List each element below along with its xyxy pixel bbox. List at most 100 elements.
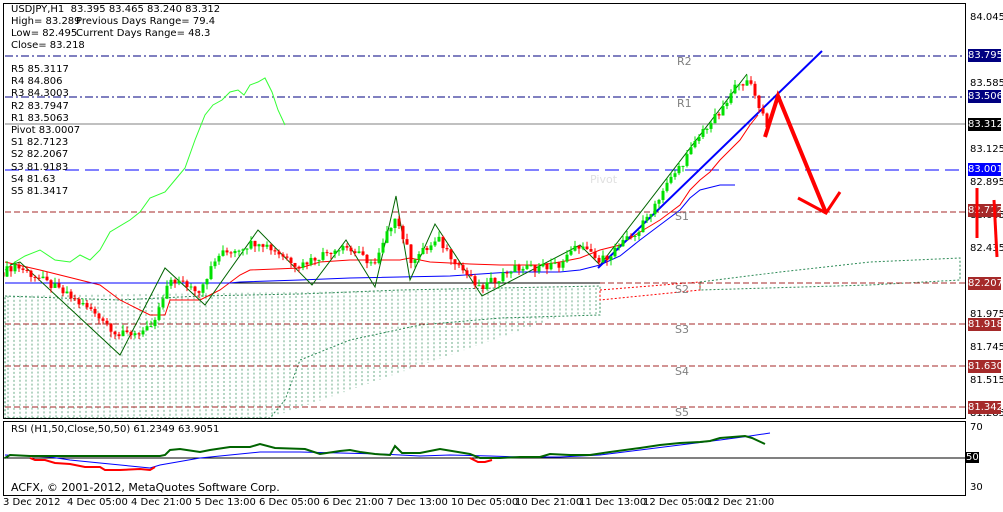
candle-body [697, 136, 701, 142]
price-level-tag: 83.506 [968, 90, 1003, 104]
rsi-line [4, 434, 766, 459]
time-axis-label: 7 Dec 13:00 [387, 497, 448, 508]
candle-body [29, 270, 33, 277]
candle-body [529, 265, 533, 267]
candle-body [509, 271, 513, 274]
candle-body [381, 242, 385, 253]
pivot-value: S4 81.63 [11, 173, 56, 185]
candle-body [653, 203, 657, 215]
symbol-quote: USDJPY,H1 83.395 83.465 83.240 83.312 [11, 4, 221, 15]
candle-body [577, 245, 581, 249]
candle-body [493, 277, 497, 283]
day-close: Close= 83.218 [11, 40, 85, 51]
candle-body [341, 246, 345, 251]
candle-body [525, 265, 529, 269]
candle-body [409, 244, 413, 263]
candle-body [669, 176, 673, 183]
time-axis-label: 6 Dec 05:00 [259, 497, 320, 508]
candle-body [61, 287, 65, 294]
pivot-value: R4 84.806 [11, 76, 63, 88]
candle-body [81, 303, 85, 305]
candle-body [305, 262, 309, 265]
candle-body [45, 276, 49, 281]
candle-body [105, 320, 109, 324]
candle-body [453, 259, 457, 265]
price-chart-canvas [4, 50, 965, 418]
pivot-value: Pivot 83.0007 [11, 125, 81, 136]
price-level-tag: 83.312 [968, 118, 1003, 132]
candle-body [601, 255, 605, 263]
candle-body [685, 154, 689, 166]
time-axis-label: 3 Dec 2012 [3, 497, 61, 508]
candle-body [445, 248, 449, 250]
candle-body [249, 240, 253, 249]
candle-body [113, 331, 117, 335]
candle-body [513, 265, 517, 272]
candle-body [565, 254, 569, 262]
candle-body [181, 280, 185, 282]
day-low: Low= 82.495 [11, 28, 78, 39]
candle-body [357, 251, 361, 254]
price-level-tag: 83.001 [968, 162, 1003, 176]
candle-body [393, 218, 397, 228]
price-axis-label: 81.745 [970, 342, 1003, 354]
candle-body [4, 272, 5, 277]
candle-body [109, 323, 113, 332]
candle-body [649, 214, 653, 217]
candle-body [361, 251, 365, 255]
candle-body [413, 259, 417, 263]
rsi-panel[interactable]: RSI (H1,50,Close,50,50) 61.2349 63.9051 … [3, 421, 966, 496]
candle-body [585, 246, 589, 250]
candle-body [197, 291, 201, 293]
price-axis-label: 83.585 [970, 78, 1003, 89]
pivot-value: S3 81.9183 [11, 161, 69, 173]
candle-body [89, 307, 93, 309]
candle-body [285, 256, 289, 258]
candle-body [401, 226, 405, 240]
candle-body [609, 256, 613, 261]
candle-body [141, 330, 145, 335]
candle-body [289, 257, 293, 264]
trend-line [597, 50, 823, 269]
chart-label-s2: S2 [675, 283, 689, 296]
candle-body [301, 262, 305, 268]
candle-body [581, 246, 585, 249]
current-days-range: Current Days Range= 48.3 [76, 28, 211, 39]
candle-body [725, 102, 729, 107]
candle-body [425, 247, 429, 251]
candle-body [373, 262, 377, 264]
pivot-value: S2 82.2067 [11, 149, 69, 161]
candle-body [485, 282, 489, 289]
candle-body [293, 263, 297, 267]
candle-body [541, 263, 545, 267]
price-chart-panel[interactable]: USDJPY,H1 83.395 83.465 83.240 83.312 Hi… [3, 3, 966, 419]
candle-body [365, 254, 369, 264]
candle-body [349, 247, 353, 252]
candle-body [121, 330, 125, 337]
candle-body [37, 277, 41, 279]
candle-body [521, 268, 525, 271]
chart-label-r1: R1 [677, 97, 692, 110]
candle-body [313, 257, 317, 261]
candle-body [205, 279, 209, 285]
candle-body [713, 114, 717, 124]
candle-body [741, 84, 745, 86]
candle-body [589, 249, 593, 252]
candle-body [389, 227, 393, 232]
candle-body [41, 276, 45, 279]
candle-body [469, 275, 473, 277]
candle-body [137, 333, 141, 335]
candle-body [757, 95, 761, 108]
candle-body [553, 262, 557, 264]
candle-body [9, 266, 13, 272]
candle-body [549, 263, 553, 270]
candle-body [209, 266, 213, 280]
candle-body [473, 276, 477, 286]
kijun-line [4, 114, 759, 316]
zigzag [9, 73, 748, 356]
rsi-axis-70: 70 [970, 422, 983, 433]
candle-body [177, 280, 181, 284]
candle-body [573, 245, 577, 251]
chart-label-s3: S3 [675, 323, 689, 336]
candle-body [269, 244, 273, 251]
